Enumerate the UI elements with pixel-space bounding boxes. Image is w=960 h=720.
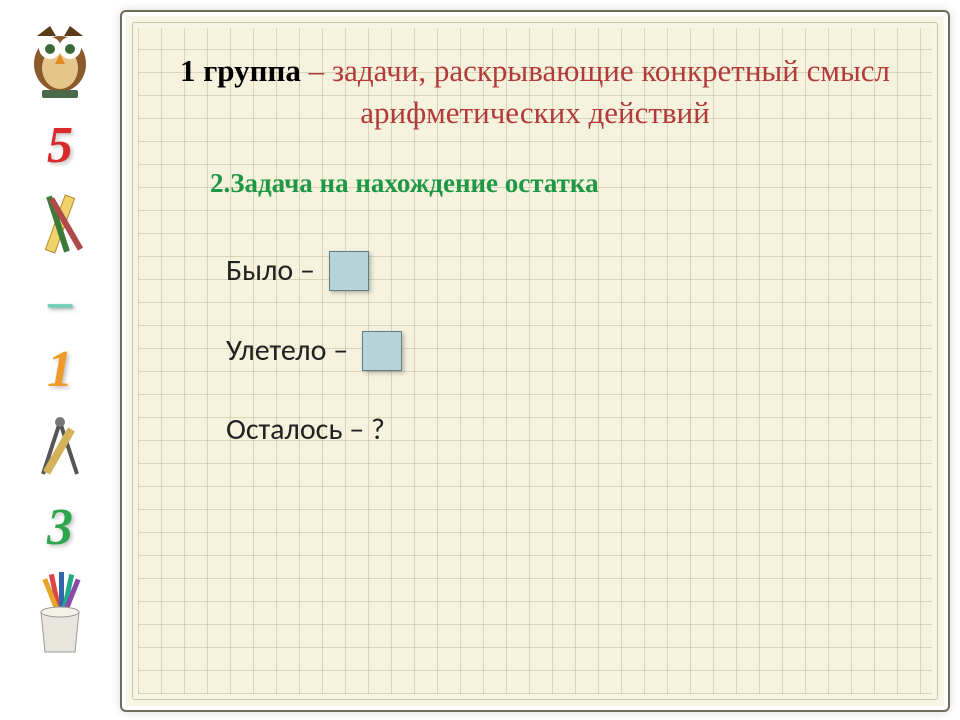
row-was-label: Было –	[226, 252, 315, 289]
row-remain: Осталось – ?	[226, 411, 904, 448]
slide-board: 1 группа – задачи, раскрывающие конкретн…	[120, 10, 950, 712]
title-lead: 1 группа	[180, 53, 301, 88]
row-was: Было –	[226, 251, 904, 291]
minus-symbol: –	[48, 278, 72, 326]
row-remain-label: Осталось – ?	[226, 411, 385, 448]
digit-3: 3	[47, 502, 73, 554]
digit-1: 1	[47, 344, 73, 396]
compass-tools-icon	[0, 414, 120, 484]
pencil-cup-icon	[23, 572, 97, 658]
value-box-icon	[362, 331, 402, 371]
task-rows: Было – Улетело – Осталось – ?	[166, 251, 904, 448]
slide-subtitle: 2.Задача на нахождение остатка	[166, 168, 904, 199]
sidebar: 5 – 1 3	[0, 0, 120, 720]
ruler-pencils-icon	[0, 190, 120, 260]
slide-title: 1 группа – задачи, раскрывающие конкретн…	[166, 50, 904, 134]
slide-content: 1 группа – задачи, раскрывающие конкретн…	[138, 28, 932, 694]
row-flew-label: Улетело –	[226, 332, 348, 369]
row-flew-away: Улетело –	[226, 331, 904, 371]
digit-5: 5	[47, 120, 73, 172]
title-rest: – задачи, раскрывающие конкретный смысл …	[301, 53, 890, 130]
value-box-icon	[329, 251, 369, 291]
owl-icon	[20, 12, 100, 102]
